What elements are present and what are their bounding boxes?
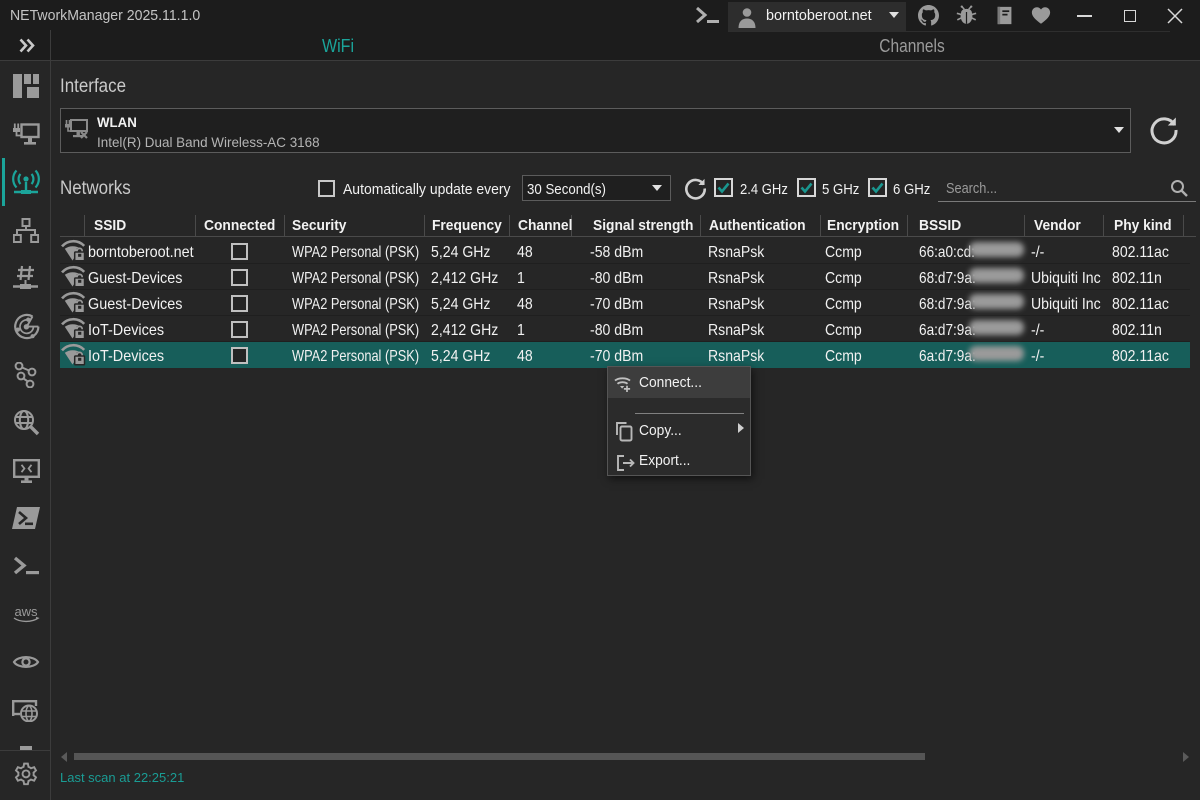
svg-text:aws: aws: [14, 605, 38, 619]
